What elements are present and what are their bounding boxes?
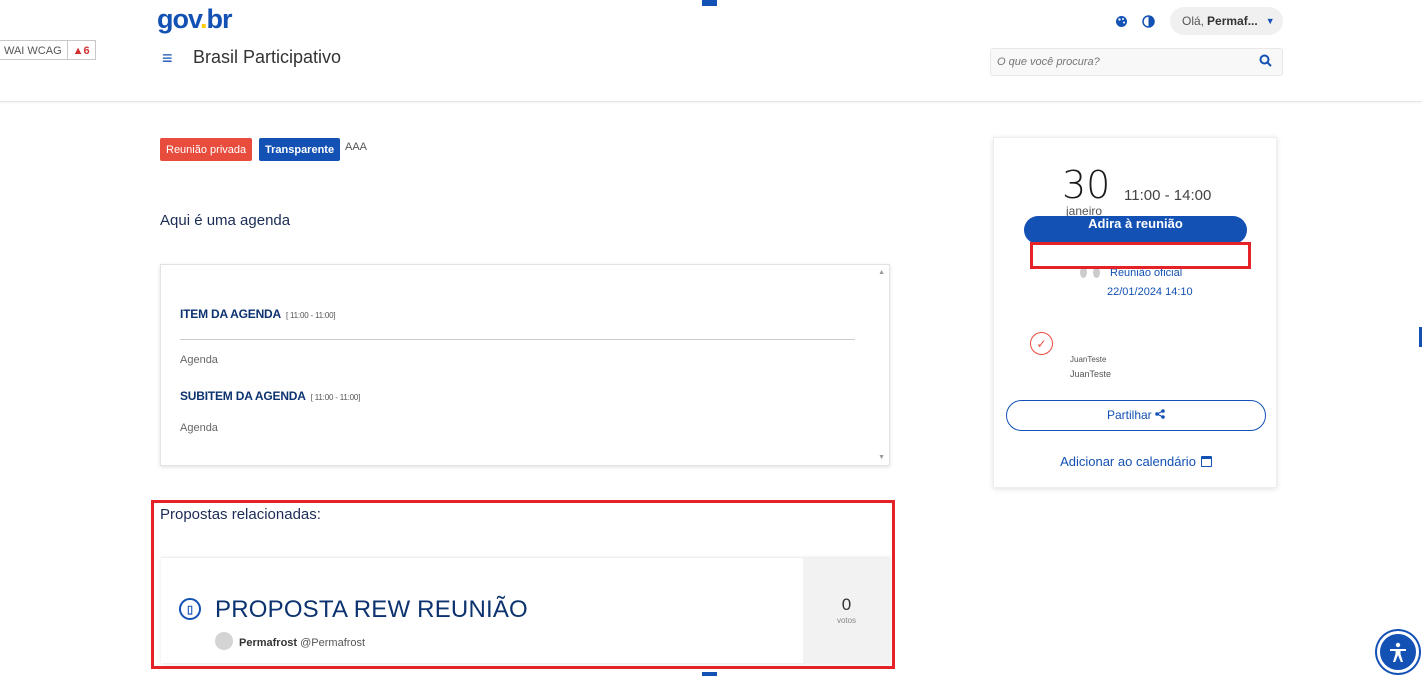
meeting-date: 22/01/2024 14:10: [1107, 286, 1193, 298]
participant-nickname: JuanTeste: [1070, 369, 1112, 379]
participant-name: JuanTeste: [1070, 355, 1107, 364]
meeting-description: Aqui é uma agenda: [160, 212, 291, 229]
site-header: WAI WCAG ▲6 gov.br ≡ Brasil Participativ…: [0, 0, 1422, 102]
wcag-label[interactable]: WAI WCAG: [0, 41, 67, 59]
tab-marker-bottom: [702, 672, 717, 676]
calendar-label: Adicionar ao calendário: [1060, 454, 1196, 469]
meeting-info-card: 30 11:00 - 14:00 janeiro Adira à reunião…: [993, 137, 1277, 488]
search-box: [990, 48, 1283, 76]
greeting-text: Olá,: [1182, 14, 1205, 28]
tab-marker-top: [702, 0, 717, 6]
agenda-subitem-time: [ 11:00 - 11:00]: [310, 393, 361, 402]
share-button[interactable]: Partilhar: [1006, 400, 1266, 431]
user-menu-button[interactable]: Olá, Permaf... ▼: [1170, 7, 1283, 35]
agenda-subitem-text: Agenda: [180, 422, 218, 434]
search-input[interactable]: [991, 49, 1241, 75]
scroll-up-arrow-icon[interactable]: ▲: [878, 269, 885, 276]
wcag-warnings-count[interactable]: ▲6: [66, 41, 95, 59]
hamburger-menu-icon[interactable]: ≡: [162, 48, 173, 69]
user-name: Permaf...: [1207, 14, 1258, 28]
caret-down-icon: ▼: [1265, 16, 1275, 26]
private-meeting-badge: Reunião privada: [160, 138, 253, 161]
extra-label: AAA: [345, 141, 368, 153]
agenda-subitem-title: SUBITEM DA AGENDA[ 11:00 - 11:00]: [180, 389, 361, 403]
accessibility-icon[interactable]: [1377, 631, 1419, 673]
highlight-frame-join: [1030, 242, 1251, 269]
agenda-item-time: [ 11:00 - 11:00]: [285, 311, 336, 320]
meeting-day: 30: [1062, 163, 1111, 207]
share-label: Partilhar: [1106, 408, 1152, 422]
divider: [180, 339, 855, 340]
scroll-down-arrow-icon[interactable]: ▼: [878, 454, 885, 461]
govbr-logo[interactable]: gov.br: [157, 4, 233, 35]
search-icon[interactable]: [1259, 54, 1272, 72]
calendar-icon: [1200, 456, 1212, 467]
join-meeting-button[interactable]: Adira à reunião: [1024, 216, 1247, 244]
agenda-panel[interactable]: ITEM DA AGENDA[ 11:00 - 11:00] Agenda SU…: [160, 264, 890, 466]
agenda-item-title: ITEM DA AGENDA[ 11:00 - 11:00]: [180, 307, 336, 321]
wcag-toolbar[interactable]: WAI WCAG ▲6: [0, 40, 96, 60]
contrast-icon[interactable]: [1139, 12, 1157, 30]
theme-icon[interactable]: [1112, 12, 1130, 30]
agenda-item-text: Agenda: [180, 354, 218, 366]
meeting-hours: 11:00 - 14:00: [1124, 187, 1212, 204]
transparent-badge: Transparente: [259, 138, 341, 161]
highlight-frame-proposals: [151, 500, 895, 669]
site-title[interactable]: Brasil Participativo: [193, 47, 341, 68]
check-circle-icon: ✓: [1030, 332, 1053, 355]
add-to-calendar-link[interactable]: Adicionar ao calendário: [994, 454, 1278, 469]
share-icon: [1155, 408, 1165, 422]
